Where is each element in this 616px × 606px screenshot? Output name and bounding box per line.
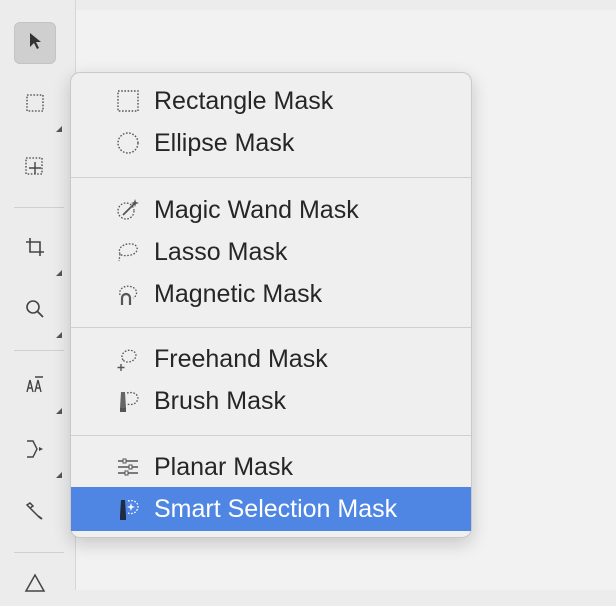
toolbar-divider <box>14 350 64 351</box>
brush-tool-icon <box>24 500 46 527</box>
zoom-tool-button[interactable] <box>14 290 62 338</box>
crop-icon <box>24 236 46 263</box>
path-tool-button[interactable] <box>14 430 62 478</box>
menu-item-label: Lasso Mask <box>154 237 288 266</box>
arrow-tool-button[interactable] <box>14 22 56 64</box>
menu-item-smart-selection-mask[interactable]: Smart Selection Mask <box>71 487 471 531</box>
ellipse-dotted-icon <box>114 129 142 157</box>
shape-tool-button[interactable] <box>14 564 56 606</box>
magnifier-icon <box>24 298 46 325</box>
menu-item-label: Ellipse Mask <box>154 128 295 157</box>
freehand-icon <box>114 345 142 373</box>
menu-item-magic-wand-mask[interactable]: Magic Wand Mask <box>71 190 471 230</box>
menu-item-label: Magic Wand Mask <box>154 195 359 224</box>
toolbar-divider <box>14 552 64 553</box>
planar-sliders-icon <box>114 453 142 481</box>
menu-item-label: Rectangle Mask <box>154 86 334 115</box>
submenu-indicator-icon <box>56 126 62 132</box>
rectangle-dotted-icon <box>114 87 142 115</box>
menu-item-label: Brush Mask <box>154 386 286 415</box>
menu-item-planar-mask[interactable]: Planar Mask <box>71 447 471 487</box>
magnetic-lasso-icon <box>114 280 142 308</box>
brush-tool-button[interactable] <box>14 492 56 534</box>
lasso-icon <box>114 238 142 266</box>
bezier-path-icon <box>24 438 46 465</box>
toolbar-divider <box>14 207 64 208</box>
menu-item-label: Freehand Mask <box>154 344 328 373</box>
menu-separator <box>71 327 471 328</box>
menu-item-label: Smart Selection Mask <box>154 494 398 523</box>
brush-mask-icon <box>114 387 142 415</box>
selection-add-tool-button[interactable] <box>14 148 56 190</box>
submenu-indicator-icon <box>56 408 62 414</box>
menu-separator <box>71 177 471 178</box>
crosshair-select-icon <box>24 156 46 183</box>
menu-item-brush-mask[interactable]: Brush Mask <box>71 381 471 421</box>
mask-tools-menu: Rectangle Mask Ellipse Mask Magic Wand M… <box>70 72 472 538</box>
text-tool-button[interactable] <box>14 366 62 414</box>
menu-item-magnetic-mask[interactable]: Magnetic Mask <box>71 274 471 314</box>
menu-item-lasso-mask[interactable]: Lasso Mask <box>71 232 471 272</box>
text-format-icon <box>24 374 46 401</box>
menu-item-freehand-mask[interactable]: Freehand Mask <box>71 339 471 379</box>
submenu-indicator-icon <box>56 472 62 478</box>
submenu-indicator-icon <box>56 270 62 276</box>
menu-item-label: Planar Mask <box>154 452 293 481</box>
menu-item-label: Magnetic Mask <box>154 279 323 308</box>
arrow-pointer-icon <box>27 31 43 56</box>
menu-item-ellipse-mask[interactable]: Ellipse Mask <box>71 123 471 163</box>
warning-triangle-icon <box>24 572 46 599</box>
crop-tool-button[interactable] <box>14 228 62 276</box>
menu-separator <box>71 435 471 436</box>
menu-item-rectangle-mask[interactable]: Rectangle Mask <box>71 81 471 121</box>
magic-wand-icon <box>114 196 142 224</box>
rectangle-mask-tool-button[interactable] <box>14 84 62 132</box>
smart-selection-icon <box>114 495 142 523</box>
submenu-indicator-icon <box>56 332 62 338</box>
tool-sidebar <box>0 0 76 592</box>
rectangle-mask-icon <box>25 93 45 118</box>
